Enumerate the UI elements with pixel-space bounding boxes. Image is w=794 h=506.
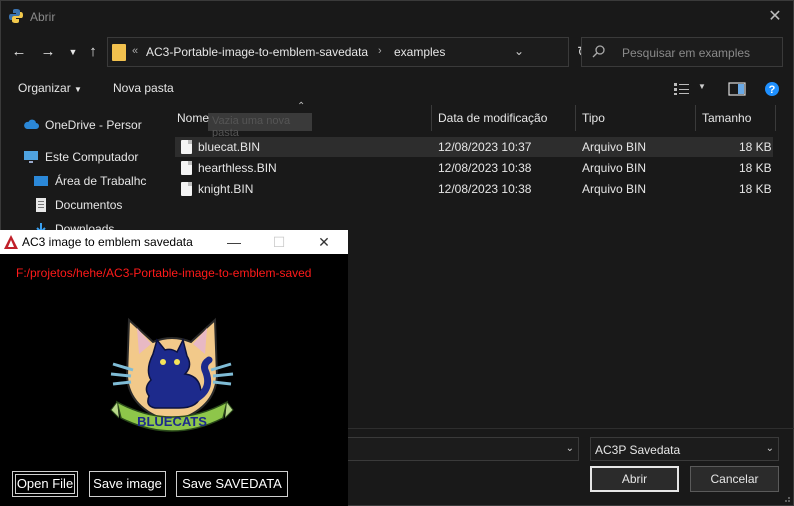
file-icon [181, 161, 192, 175]
chevron-down-icon: ▼ [74, 85, 82, 94]
view-options-icon[interactable] [673, 82, 691, 96]
sidebar-item-desktop[interactable]: Área de Trabalhc [33, 171, 146, 191]
search-icon [592, 45, 605, 58]
file-row[interactable]: knight.BIN 12/08/2023 10:38 Arquivo BIN … [175, 179, 773, 199]
cancel-button[interactable]: Cancelar [690, 466, 779, 492]
file-type: Arquivo BIN [582, 161, 647, 175]
file-icon [181, 182, 192, 196]
python-icon [9, 9, 23, 23]
desktop-icon [34, 176, 48, 186]
file-type: Arquivo BIN [582, 182, 647, 196]
overflow-chevron-icon[interactable]: « [132, 45, 138, 57]
column-divider[interactable] [431, 105, 432, 131]
organize-menu[interactable]: Organizar ▼ [18, 81, 82, 95]
search-box[interactable]: Pesquisar em examples [581, 37, 783, 67]
open-file-button[interactable]: Open File [12, 471, 78, 497]
preview-pane-icon[interactable] [728, 82, 746, 96]
file-name: knight.BIN [198, 182, 254, 196]
new-folder-button[interactable]: Nova pasta [113, 81, 174, 95]
resize-grip-icon[interactable] [781, 493, 791, 503]
emblem-text: BLUECATS [137, 414, 207, 429]
documents-icon [36, 198, 46, 212]
search-placeholder: Pesquisar em examples [622, 46, 751, 60]
file-size: 18 KB [739, 182, 772, 196]
file-type-value: AC3P Savedata [595, 443, 681, 457]
save-savedata-button[interactable]: Save SAVEDATA [176, 471, 288, 497]
file-row[interactable]: bluecat.BIN 12/08/2023 10:37 Arquivo BIN… [175, 137, 773, 157]
chevron-down-icon[interactable]: ⌄ [566, 443, 574, 454]
save-image-button[interactable]: Save image [89, 471, 166, 497]
sidebar-item-label: Área de Trabalhc [55, 174, 147, 188]
breadcrumb-examples[interactable]: examples [394, 45, 445, 59]
sidebar-item-this-pc[interactable]: Este Computador [23, 147, 138, 167]
column-divider[interactable] [695, 105, 696, 131]
sidebar-item-label: OneDrive - Persor [45, 118, 142, 132]
dialog-close-button[interactable]: ✕ [765, 7, 785, 27]
file-size: 18 KB [739, 161, 772, 175]
minimize-icon[interactable]: — [224, 232, 244, 252]
dialog-title: Abrir [30, 10, 56, 24]
file-icon [181, 140, 192, 154]
sort-up-icon: ⌃ [297, 101, 306, 112]
cloud-icon [24, 119, 39, 129]
dialog-titlebar: Abrir ✕ [1, 1, 793, 33]
file-row[interactable]: hearthless.BIN 12/08/2023 10:38 Arquivo … [175, 158, 773, 178]
app-logo-icon [4, 235, 18, 249]
view-dropdown-icon[interactable]: ▼ [698, 82, 706, 91]
computer-icon [24, 151, 38, 163]
column-header-modified[interactable]: Data de modificação [438, 111, 547, 125]
svg-text:?: ? [769, 84, 776, 96]
folder-icon [112, 44, 126, 61]
recent-locations-chevron-icon[interactable]: ▼ [63, 42, 83, 62]
command-bar: Organizar ▼ Nova pasta ▼ ? [1, 77, 793, 101]
chevron-down-icon: ⌄ [765, 443, 774, 454]
up-arrow-icon[interactable]: ↑ [83, 42, 103, 62]
sidebar-item-label: Documentos [55, 198, 123, 212]
back-arrow-icon[interactable]: ← [9, 42, 29, 62]
emblem-preview-image: BLUECATS [110, 317, 234, 432]
selected-path-label: F:/projetos/hehe/AC3-Portable-image-to-e… [16, 266, 312, 280]
sidebar-item-label: Este Computador [45, 150, 139, 164]
breadcrumb-project[interactable]: AC3-Portable-image-to-emblem-savedata [146, 45, 368, 59]
sidebar-item-documents[interactable]: Documentos [33, 195, 122, 215]
file-modified: 12/08/2023 10:37 [438, 140, 532, 154]
help-icon[interactable]: ? [764, 81, 780, 97]
column-divider[interactable] [775, 105, 776, 131]
column-divider[interactable] [575, 105, 576, 131]
address-dropdown-icon[interactable]: ⌄ [514, 44, 524, 58]
file-type-select[interactable]: AC3P Savedata ⌄ [590, 437, 779, 461]
app-window: AC3 image to emblem savedata — ☐ ✕ F:/pr… [0, 230, 348, 506]
close-icon[interactable]: ✕ [314, 232, 334, 252]
column-header-size[interactable]: Tamanho [702, 111, 751, 125]
file-type: Arquivo BIN [582, 140, 647, 154]
app-titlebar: AC3 image to emblem savedata — ☐ ✕ [0, 230, 348, 254]
file-name-input[interactable]: ⌄ [341, 437, 579, 461]
maximize-icon: ☐ [272, 234, 286, 250]
address-bar[interactable]: « AC3-Portable-image-to-emblem-savedata … [107, 37, 569, 67]
file-modified: 12/08/2023 10:38 [438, 182, 532, 196]
app-title: AC3 image to emblem savedata [22, 235, 193, 249]
file-name: hearthless.BIN [198, 161, 277, 175]
file-name: bluecat.BIN [198, 140, 261, 154]
open-button[interactable]: Abrir [590, 466, 679, 492]
drag-ghost-tooltip: Vazia uma nova pasta [208, 113, 312, 139]
breadcrumb-separator-icon: › [378, 45, 382, 57]
sidebar-item-onedrive[interactable]: OneDrive - Persor [23, 115, 142, 135]
file-size: 18 KB [739, 140, 772, 154]
column-header-name[interactable]: Nome [177, 111, 209, 125]
forward-arrow-icon[interactable]: → [38, 42, 58, 62]
organize-label: Organizar [18, 81, 71, 95]
column-header-type[interactable]: Tipo [582, 111, 605, 125]
file-modified: 12/08/2023 10:38 [438, 161, 532, 175]
